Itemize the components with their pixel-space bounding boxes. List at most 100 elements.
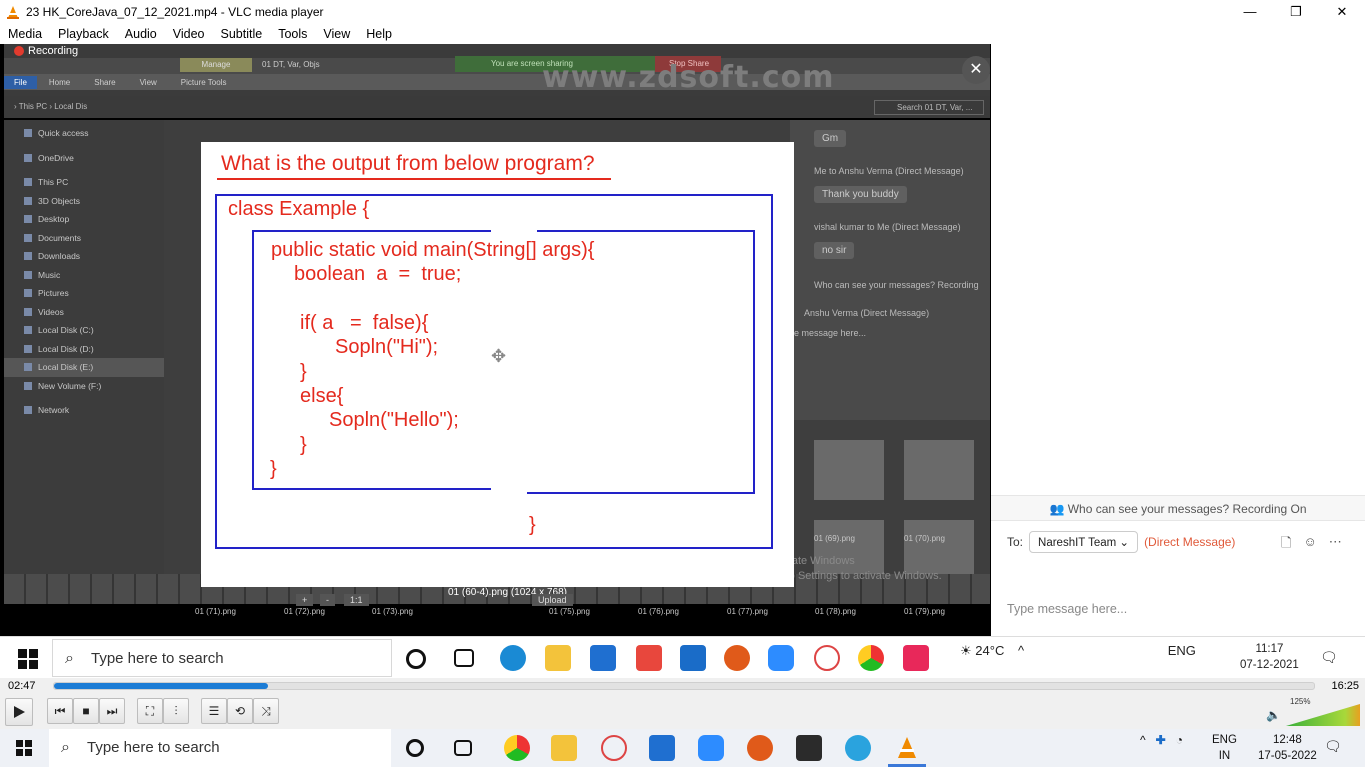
equalizer-icon: ⫶ bbox=[174, 703, 178, 718]
inner-box-border bbox=[252, 488, 491, 490]
menu-help[interactable]: Help bbox=[358, 27, 400, 41]
fullscreen-button[interactable]: ⛶ bbox=[137, 698, 163, 724]
record-dot-icon bbox=[14, 46, 24, 56]
slide: What is the output from below program? c… bbox=[201, 142, 794, 587]
nav-item: Music bbox=[4, 266, 164, 285]
task-view-icon[interactable] bbox=[454, 740, 472, 756]
nav-item: Local Disk (D:) bbox=[4, 340, 164, 359]
nav-item: Local Disk (C:) bbox=[4, 321, 164, 340]
emoji-icon: ☺ bbox=[1303, 534, 1317, 549]
thumb-label: 01 (70).png bbox=[904, 534, 945, 543]
volume-slider[interactable] bbox=[1286, 704, 1360, 726]
inner-box-border bbox=[527, 492, 755, 494]
document-icon bbox=[24, 233, 32, 242]
to-label: To: bbox=[1007, 535, 1024, 549]
cortana-icon[interactable] bbox=[406, 739, 424, 757]
telegram-icon[interactable] bbox=[845, 735, 871, 761]
tray-chevron-icon[interactable]: ^ bbox=[1140, 733, 1146, 747]
shuffle-button[interactable]: ⤨ bbox=[253, 698, 279, 724]
extended-settings-button[interactable]: ⫶ bbox=[163, 698, 189, 724]
chat-to: Anshu Verma (Direct Message) bbox=[804, 308, 930, 318]
video-icon bbox=[24, 307, 32, 316]
menu-media[interactable]: Media bbox=[0, 27, 50, 41]
maximize-button[interactable]: ❐ bbox=[1273, 0, 1319, 23]
thumbnail bbox=[814, 440, 884, 500]
notification-icon[interactable]: 🗨 bbox=[1324, 738, 1346, 758]
chat-who-can-see: Who can see your messages? Recording bbox=[814, 280, 979, 290]
shuffle-icon: ⤨ bbox=[261, 703, 271, 718]
more-icon: ⋯ bbox=[1328, 534, 1342, 549]
star-icon bbox=[24, 129, 32, 137]
time-elapsed: 02:47 bbox=[8, 680, 36, 692]
play-button[interactable] bbox=[5, 698, 33, 726]
code-line: if( a = false){ bbox=[300, 312, 429, 334]
ribbon-tab-file: File bbox=[4, 75, 37, 89]
previous-button[interactable]: ⏮ bbox=[47, 698, 73, 724]
language-indicator[interactable]: ENG IN bbox=[1212, 732, 1237, 764]
clock[interactable]: 12:48 17-05-2022 bbox=[1258, 732, 1317, 764]
thumb-label: 01 (75).png bbox=[549, 607, 590, 616]
snipping-icon[interactable] bbox=[601, 735, 627, 761]
taskbar-search[interactable]: ⌕ Type here to search bbox=[49, 729, 391, 767]
recorded-search-box: ⌕ Type here to search bbox=[52, 639, 392, 677]
zoom-icon[interactable] bbox=[698, 735, 724, 761]
minimize-button[interactable]: — bbox=[1227, 0, 1273, 23]
download-icon bbox=[24, 252, 32, 260]
inner-box-border bbox=[753, 230, 755, 494]
window-title: 23 HK_CoreJava_07_12_2021.mp4 - VLC medi… bbox=[26, 4, 324, 19]
edge-icon bbox=[500, 645, 526, 671]
temperature: 24°C bbox=[975, 643, 1005, 658]
activate-windows-notice: Activate Windows Go to Settings to activ… bbox=[768, 555, 942, 582]
nav-item: Documents bbox=[4, 229, 164, 248]
menu-tools[interactable]: Tools bbox=[270, 27, 315, 41]
previous-icon: ⏮ bbox=[54, 703, 66, 718]
wifi-icon[interactable]: ◔ bbox=[1176, 733, 1183, 747]
menu-audio[interactable]: Audio bbox=[117, 27, 165, 41]
sticky-notes-icon[interactable] bbox=[796, 735, 822, 761]
menu-video[interactable]: Video bbox=[165, 27, 213, 41]
code-line: Sopln("Hello"); bbox=[329, 409, 459, 431]
cortana-icon bbox=[406, 649, 426, 669]
close-button[interactable]: ✕ bbox=[1319, 0, 1365, 23]
recorded-chat-panel: Gm Me to Anshu Verma (Direct Message) Th… bbox=[790, 120, 990, 420]
stop-button[interactable]: ■ bbox=[73, 698, 99, 724]
fullscreen-icon: ⛶ bbox=[145, 703, 155, 718]
explorer-window-title: 01 DT, Var, Objs bbox=[262, 60, 320, 69]
nav-item: This PC bbox=[4, 173, 164, 192]
loop-button[interactable]: ⟲ bbox=[227, 698, 253, 724]
seek-bar[interactable] bbox=[53, 682, 1315, 690]
message-input: Type message here... bbox=[1007, 602, 1128, 616]
mail-icon bbox=[680, 645, 706, 671]
menu-subtitle[interactable]: Subtitle bbox=[213, 27, 271, 41]
nav-item: New Volume (F:) bbox=[4, 377, 164, 396]
folder-icon[interactable] bbox=[551, 735, 577, 761]
code-line: Sopln("Hi"); bbox=[335, 336, 439, 358]
menu-view[interactable]: View bbox=[315, 27, 358, 41]
recorded-screen: Recording Manage 01 DT, Var, Objs File H… bbox=[0, 44, 991, 636]
vlc-taskbar-icon[interactable] bbox=[894, 735, 920, 761]
stop-icon: ■ bbox=[82, 704, 90, 718]
add-icon[interactable]: ✚ bbox=[1156, 733, 1166, 747]
next-button[interactable]: ⏭ bbox=[99, 698, 125, 724]
search-icon: ⌕ bbox=[65, 650, 74, 667]
playlist-button[interactable]: ☰ bbox=[201, 698, 227, 724]
cube-icon bbox=[24, 196, 32, 205]
zoom-in-icon: + bbox=[296, 594, 314, 606]
ribbon-tab-view: View bbox=[139, 77, 157, 87]
record-app-icon[interactable] bbox=[747, 735, 773, 761]
recording-label: Recording bbox=[28, 45, 79, 57]
menu-playback[interactable]: Playback bbox=[50, 27, 117, 41]
volume-icon[interactable]: 🔈 bbox=[1266, 708, 1281, 722]
thumb-label: 01 (79).png bbox=[904, 607, 945, 616]
nav-item: Desktop bbox=[4, 210, 164, 229]
record-app-icon bbox=[724, 645, 750, 671]
windows-start-icon[interactable] bbox=[16, 740, 32, 756]
video-area[interactable]: Recording Manage 01 DT, Var, Objs File H… bbox=[0, 44, 1365, 636]
music-icon bbox=[24, 270, 32, 279]
code-line: else{ bbox=[300, 385, 344, 407]
taskbar: ⌕ Type here to search ^ ✚ ◔ ENG IN 12:48… bbox=[0, 729, 1365, 767]
next-icon: ⏭ bbox=[106, 703, 118, 718]
chrome-icon[interactable] bbox=[504, 735, 530, 761]
store-icon[interactable] bbox=[649, 735, 675, 761]
picture-icon bbox=[24, 289, 32, 297]
